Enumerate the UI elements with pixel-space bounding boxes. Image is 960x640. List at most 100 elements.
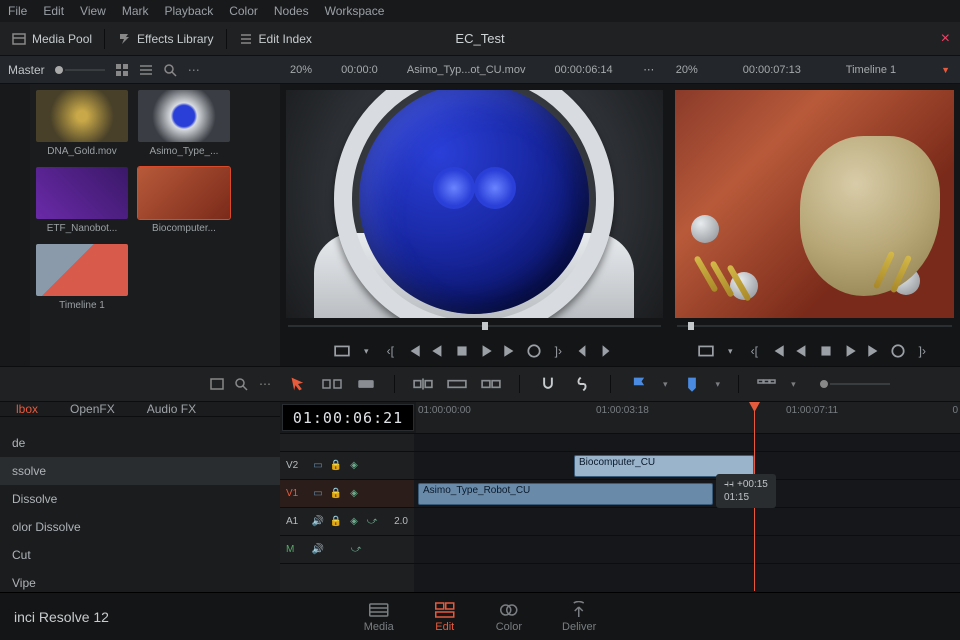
nav-deliver[interactable]: Deliver <box>562 601 596 633</box>
grid-view-icon[interactable] <box>115 63 129 77</box>
flag-icon[interactable] <box>629 375 649 393</box>
insert-icon[interactable] <box>413 375 433 393</box>
menu-mark[interactable]: Mark <box>122 4 149 18</box>
media-clip[interactable]: Asimo_Type_... <box>138 90 230 157</box>
media-clip[interactable]: ETF_Nanobot... <box>36 167 128 234</box>
timecode-display[interactable]: 01:00:06:21 <box>282 404 414 431</box>
tab-toolbox[interactable]: lbox <box>0 402 54 416</box>
loop-icon[interactable] <box>890 343 906 359</box>
audio-icon[interactable]: 🔊 <box>312 544 324 556</box>
clip-v1[interactable]: Asimo_Type_Robot_CU <box>418 483 713 505</box>
prev-edit-icon[interactable]: ‹[ <box>746 343 762 359</box>
trim-tool-icon[interactable] <box>322 375 342 393</box>
stop-icon[interactable] <box>818 343 834 359</box>
nav-media[interactable]: Media <box>364 601 394 633</box>
track-enable-icon[interactable]: ▭ <box>312 460 324 472</box>
options-icon[interactable]: ⋯ <box>187 63 201 77</box>
snap-icon[interactable] <box>538 375 558 393</box>
effect-item[interactable]: Cut <box>0 541 280 569</box>
film-icon[interactable] <box>334 343 350 359</box>
menu-color[interactable]: Color <box>229 4 258 18</box>
prev-edit-icon[interactable]: ‹[ <box>382 343 398 359</box>
media-clip[interactable]: DNA_Gold.mov <box>36 90 128 157</box>
tab-audiofx[interactable]: Audio FX <box>131 402 212 416</box>
skip-back-icon[interactable] <box>406 343 422 359</box>
timeline-canvas[interactable] <box>675 90 954 318</box>
menu-view[interactable]: View <box>80 4 106 18</box>
effect-item[interactable]: ssolve <box>0 457 280 485</box>
media-clip[interactable]: Timeline 1 <box>36 244 128 311</box>
track-header-v1[interactable]: V1 ▭ 🔒 ◈ <box>280 480 414 508</box>
clip-thumbnail[interactable] <box>36 244 128 296</box>
edit-index-toggle[interactable]: Edit Index <box>227 22 324 55</box>
mark-out-icon[interactable] <box>598 343 614 359</box>
curve-icon[interactable]: ⤻ <box>366 516 378 528</box>
search-icon[interactable] <box>234 377 248 391</box>
track-lanes[interactable]: Biocomputer_CU Asimo_Type_Robot_CU ⫞⫞+00… <box>414 434 960 592</box>
chevron-down-icon[interactable]: ▾ <box>358 343 374 359</box>
bin-sidebar[interactable] <box>0 84 30 366</box>
source-clip-name[interactable]: Asimo_Typ...ot_CU.mov <box>407 64 526 76</box>
menu-edit[interactable]: Edit <box>43 4 64 18</box>
clip-thumbnail[interactable] <box>138 90 230 142</box>
audio-icon[interactable]: 🔊 <box>312 516 324 528</box>
skip-fwd-icon[interactable] <box>866 343 882 359</box>
timeline-scrubber[interactable] <box>677 320 952 332</box>
bin-name[interactable]: Master <box>8 63 45 77</box>
link-icon[interactable] <box>572 375 592 393</box>
reverse-icon[interactable] <box>794 343 810 359</box>
track-header-m[interactable]: M 🔊 ⤻ <box>280 536 414 564</box>
timeline-zoom[interactable]: 20% <box>676 64 698 76</box>
next-edit-icon[interactable]: ]› <box>550 343 566 359</box>
reverse-icon[interactable] <box>430 343 446 359</box>
film-icon[interactable] <box>698 343 714 359</box>
nav-color[interactable]: Color <box>496 601 522 633</box>
menu-playback[interactable]: Playback <box>165 4 214 18</box>
effect-item[interactable]: Dissolve <box>0 485 280 513</box>
clip-thumbnail[interactable] <box>36 167 128 219</box>
blade-tool-icon[interactable] <box>356 375 376 393</box>
clip-thumbnail[interactable] <box>36 90 128 142</box>
lock-icon[interactable]: 🔒 <box>330 516 342 528</box>
timeline-name[interactable]: Timeline 1 <box>846 64 896 76</box>
thumbnail-size-slider[interactable] <box>55 66 105 74</box>
source-scrubber[interactable] <box>288 320 661 332</box>
menu-file[interactable]: File <box>8 4 27 18</box>
tab-openfx[interactable]: OpenFX <box>54 402 131 416</box>
menu-nodes[interactable]: Nodes <box>274 4 309 18</box>
auto-select-icon[interactable]: ◈ <box>348 516 360 528</box>
more-icon[interactable]: ⋯ <box>258 377 272 391</box>
source-canvas[interactable] <box>286 90 663 318</box>
loop-icon[interactable] <box>526 343 542 359</box>
replace-icon[interactable] <box>481 375 501 393</box>
timeline-ruler[interactable]: 01:00:00:00 01:00:03:18 01:00:07:11 0 <box>416 402 960 433</box>
overwrite-icon[interactable] <box>447 375 467 393</box>
curve-icon[interactable]: ⤻ <box>350 544 362 556</box>
next-edit-icon[interactable]: ]› <box>914 343 930 359</box>
play-icon[interactable] <box>842 343 858 359</box>
marker-icon[interactable] <box>682 375 702 393</box>
effect-item[interactable]: olor Dissolve <box>0 513 280 541</box>
source-options-icon[interactable]: ⋯ <box>642 63 656 77</box>
selection-tool-icon[interactable] <box>288 375 308 393</box>
stop-icon[interactable] <box>454 343 470 359</box>
lock-icon[interactable]: 🔒 <box>330 460 342 472</box>
play-icon[interactable] <box>478 343 494 359</box>
media-clip[interactable]: Biocomputer... <box>138 167 230 234</box>
panel-menu-icon[interactable] <box>210 377 224 391</box>
track-header-a1[interactable]: A1 🔊 🔒 ◈ ⤻ 2.0 <box>280 508 414 536</box>
lock-icon[interactable]: 🔒 <box>330 488 342 500</box>
source-zoom[interactable]: 20% <box>290 64 312 76</box>
clip-thumbnail[interactable] <box>138 167 230 219</box>
auto-select-icon[interactable]: ◈ <box>348 460 360 472</box>
auto-select-icon[interactable]: ◈ <box>348 488 360 500</box>
list-view-icon[interactable] <box>139 63 153 77</box>
media-pool-toggle[interactable]: Media Pool <box>0 22 104 55</box>
timeline-zoom-slider[interactable] <box>820 380 890 388</box>
close-icon[interactable]: × <box>931 30 960 48</box>
effect-item[interactable]: de <box>0 429 280 457</box>
effects-library-toggle[interactable]: Effects Library <box>105 22 225 55</box>
skip-back-icon[interactable] <box>770 343 786 359</box>
search-icon[interactable] <box>163 63 177 77</box>
timeline-view-icon[interactable] <box>757 375 777 393</box>
